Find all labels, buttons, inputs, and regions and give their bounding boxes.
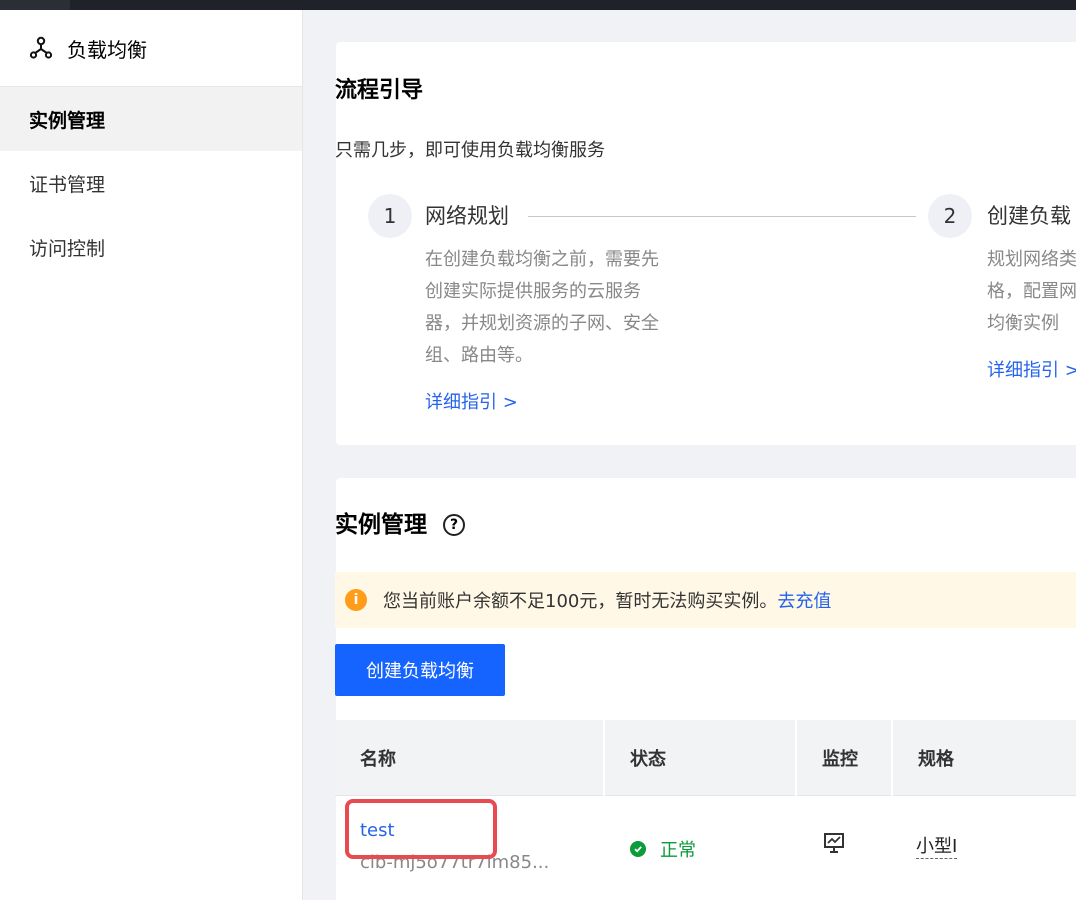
step-2-number: 2 bbox=[928, 194, 972, 238]
column-monitor: 监控 bbox=[797, 720, 893, 796]
guide-subtitle: 只需几步，即可使用负载均衡服务 bbox=[335, 140, 605, 161]
step-2-name: 创建负载 bbox=[987, 204, 1071, 228]
step-1-name: 网络规划 bbox=[425, 204, 509, 228]
step-1-number: 1 bbox=[368, 194, 412, 238]
sidebar-item-instances[interactable]: 实例管理 bbox=[0, 87, 302, 151]
step-2-description: 规划网络类 格，配置网 均衡实例 bbox=[987, 249, 1076, 334]
instances-title: 实例管理 ? bbox=[335, 510, 465, 540]
create-load-balancer-button[interactable]: 创建负载均衡 bbox=[335, 644, 505, 696]
top-bar-segment bbox=[0, 0, 70, 10]
recharge-link[interactable]: 去充值 bbox=[777, 587, 831, 613]
info-icon: i bbox=[345, 589, 367, 611]
main-content: 流程引导 只需几步，即可使用负载均衡服务 1 网络规划 在创建负载均衡之前，需要… bbox=[303, 10, 1076, 900]
step-connector bbox=[528, 216, 916, 217]
step-1-description: 在创建负载均衡之前，需要先 创建实际提供服务的云服务 器，并规划资源的子网、安全… bbox=[425, 249, 659, 366]
table-header: 名称 状态 监控 规格 bbox=[335, 720, 1076, 796]
alert-text: 您当前账户余额不足100元，暂时无法购买实例。 bbox=[383, 591, 778, 612]
instance-spec[interactable]: 小型I bbox=[916, 836, 958, 859]
load-balancer-icon bbox=[29, 36, 53, 60]
instance-id: clb-mj5o77tr7im85... bbox=[360, 852, 550, 873]
step-2-guide-link[interactable]: 详细指引 > bbox=[987, 356, 1076, 382]
instance-status: 正常 bbox=[630, 836, 696, 862]
monitor-chart-icon[interactable] bbox=[823, 832, 845, 854]
check-circle-icon bbox=[630, 841, 646, 857]
sidebar-title: 负载均衡 bbox=[67, 37, 147, 62]
top-bar bbox=[0, 0, 1076, 10]
sidebar-header: 负载均衡 bbox=[0, 10, 302, 87]
column-spec: 规格 bbox=[918, 749, 954, 770]
sidebar-item-access-control[interactable]: 访问控制 bbox=[0, 215, 302, 279]
instance-name-link[interactable]: test bbox=[360, 820, 395, 841]
help-icon[interactable]: ? bbox=[443, 514, 465, 536]
step-1-guide-link[interactable]: 详细指引 > bbox=[425, 388, 518, 414]
balance-alert: i 您当前账户余额不足100元，暂时无法购买实例。 去充值 bbox=[335, 572, 1076, 628]
column-status: 状态 bbox=[605, 720, 797, 796]
sidebar: 负载均衡 实例管理 证书管理 访问控制 bbox=[0, 10, 303, 900]
sidebar-item-certificates[interactable]: 证书管理 bbox=[0, 151, 302, 215]
column-name: 名称 bbox=[335, 720, 605, 796]
guide-title: 流程引导 bbox=[335, 78, 424, 103]
table-row: test clb-mj5o77tr7im85... 正常 小型I bbox=[335, 796, 1076, 900]
